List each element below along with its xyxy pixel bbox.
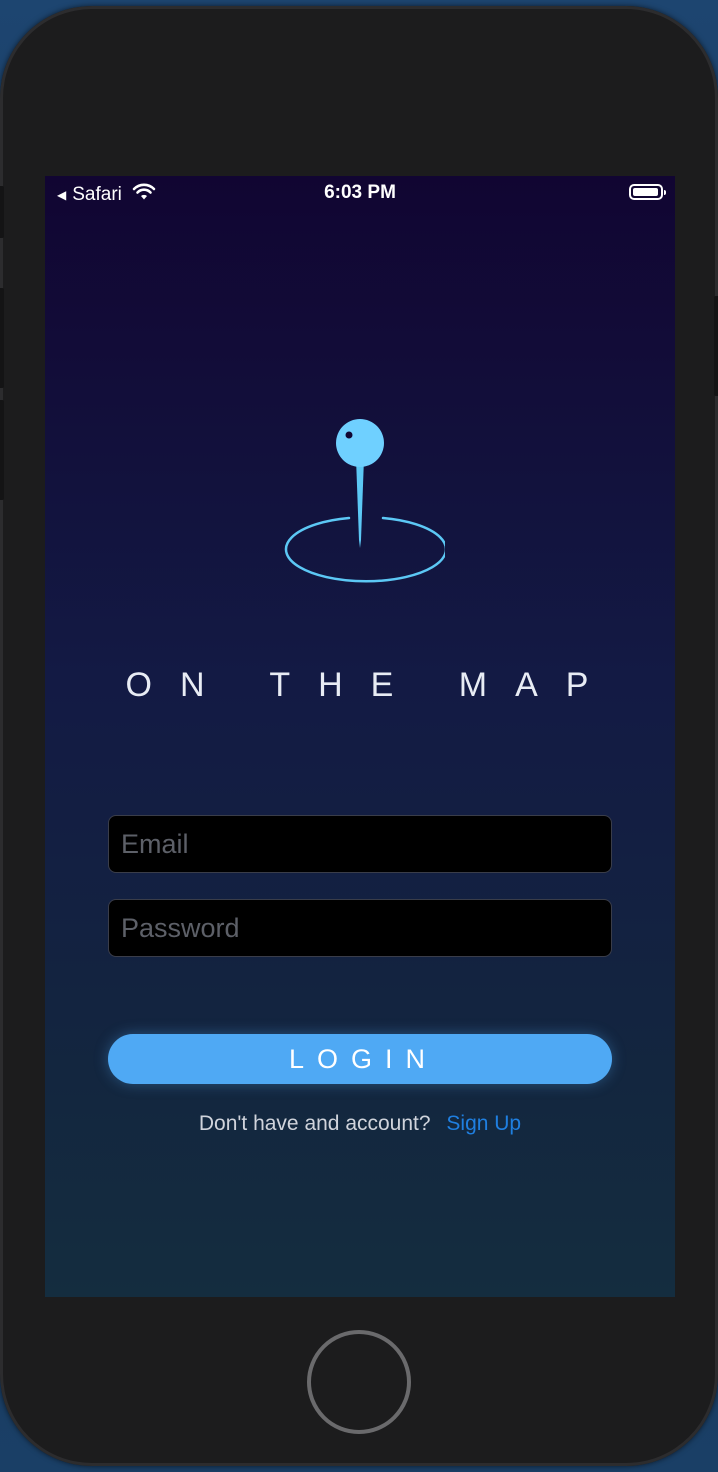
app-screen: ◀ Safari 6:03 PM ON THE MAP LOGIN Don't … [45, 176, 675, 1297]
password-field[interactable] [108, 899, 612, 957]
volume-down-button [0, 400, 4, 500]
power-button [714, 296, 718, 396]
signup-prompt: Don't have and account? [198, 1112, 431, 1135]
sign-up-link[interactable]: Sign Up [446, 1112, 521, 1135]
volume-up-button [0, 288, 4, 388]
status-bar: ◀ Safari 6:03 PM [45, 176, 675, 212]
battery-icon [629, 184, 666, 200]
app-title: ON THE MAP [125, 666, 617, 704]
map-pin-icon [284, 419, 445, 583]
status-time: 6:03 PM [324, 182, 396, 203]
mute-switch [0, 186, 4, 238]
home-button[interactable] [307, 1330, 411, 1434]
email-field[interactable] [108, 815, 612, 873]
signup-row: Don't have and account? Sign Up [45, 1112, 675, 1136]
login-button[interactable]: LOGIN [108, 1034, 612, 1084]
